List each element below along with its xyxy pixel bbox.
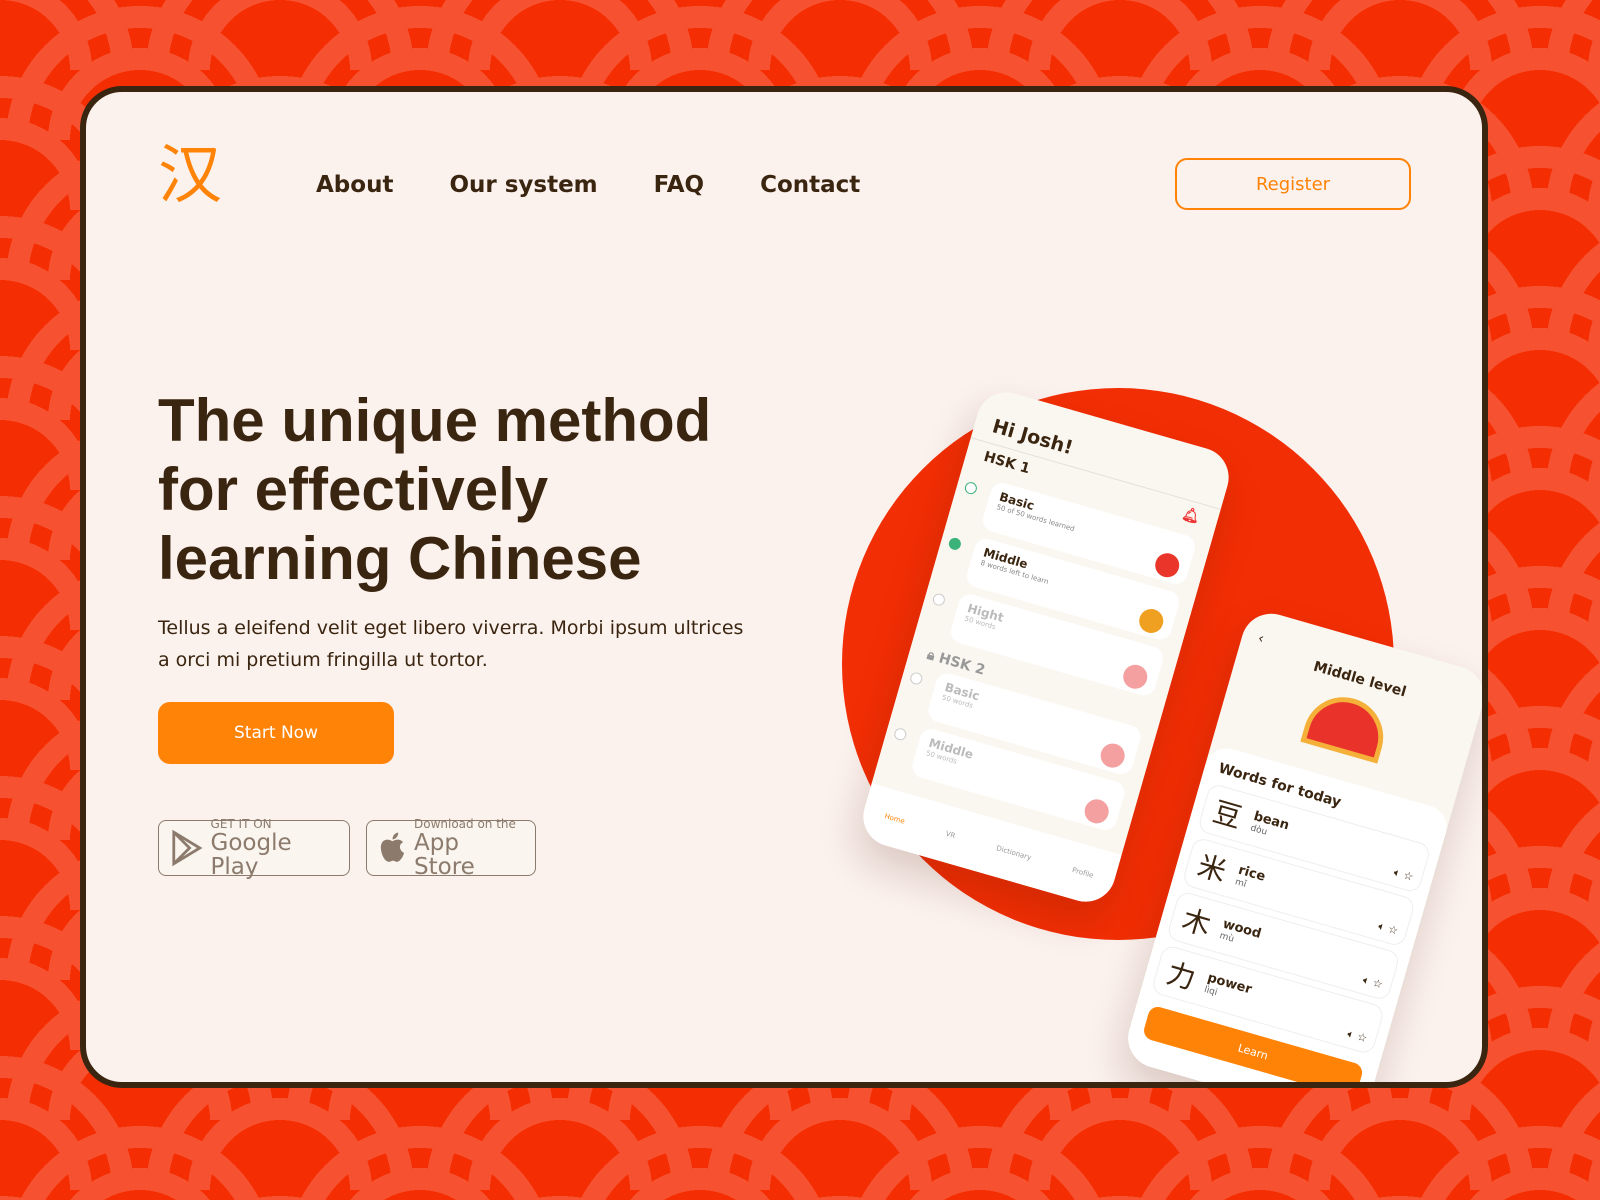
register-button[interactable]: Register (1175, 158, 1411, 210)
nav-about[interactable]: About (316, 172, 393, 198)
empty-dot-icon (931, 592, 947, 608)
empty-dot-icon (892, 726, 908, 742)
current-dot-icon (947, 536, 963, 552)
hero-subtitle: Tellus a eleifend velit eget libero vive… (158, 617, 744, 671)
check-icon (963, 480, 979, 496)
apple-icon (380, 832, 405, 862)
tab-home[interactable]: Home (884, 812, 906, 825)
nav-our-system[interactable]: Our system (449, 172, 597, 198)
star-icon[interactable]: ☆ (1356, 1030, 1369, 1045)
hanzi: 木 (1178, 902, 1215, 943)
hero-title: The unique method for effectively learni… (158, 387, 712, 592)
apple-small: Download on the (414, 816, 516, 831)
nav-faq[interactable]: FAQ (654, 172, 704, 198)
speaker-icon[interactable]: 🔈︎ (1377, 920, 1387, 934)
google-small: GET IT ON (210, 816, 272, 831)
empty-dot-icon (908, 671, 924, 686)
google-big: Google Play (210, 829, 292, 880)
fan-illustration (1300, 687, 1393, 764)
tab-vr[interactable]: VR (945, 830, 956, 840)
logo[interactable]: 汉 (158, 144, 222, 208)
hanzi: 米 (1193, 848, 1230, 889)
star-icon[interactable]: ☆ (1387, 922, 1400, 937)
main-nav: About Our system FAQ Contact (316, 172, 860, 198)
tab-profile[interactable]: Profile (1071, 866, 1094, 880)
speaker-icon[interactable]: 🔈︎ (1346, 1027, 1356, 1041)
landing-card: 汉 About Our system FAQ Contact Register … (80, 86, 1488, 1088)
speaker-icon[interactable]: 🔈︎ (1361, 973, 1371, 987)
play-icon (172, 829, 203, 867)
start-now-button[interactable]: Start Now (158, 702, 394, 764)
hanzi: 豆 (1209, 795, 1246, 835)
star-icon[interactable]: ☆ (1402, 869, 1415, 884)
tab-dictionary[interactable]: Dictionary (995, 844, 1032, 862)
hsk1-label: HSK 1 (981, 448, 1032, 478)
hanzi: 力 (1163, 956, 1200, 997)
bell-icon[interactable]: 🔔︎ (1180, 506, 1202, 526)
google-play-badge[interactable]: GET IT ON Google Play (158, 816, 350, 880)
nav-contact[interactable]: Contact (760, 172, 860, 198)
app-store-badge[interactable]: Download on the App Store (366, 816, 536, 880)
apple-big: App Store (414, 829, 475, 880)
speaker-icon[interactable]: 🔈︎ (1392, 866, 1402, 880)
star-icon[interactable]: ☆ (1371, 976, 1384, 991)
